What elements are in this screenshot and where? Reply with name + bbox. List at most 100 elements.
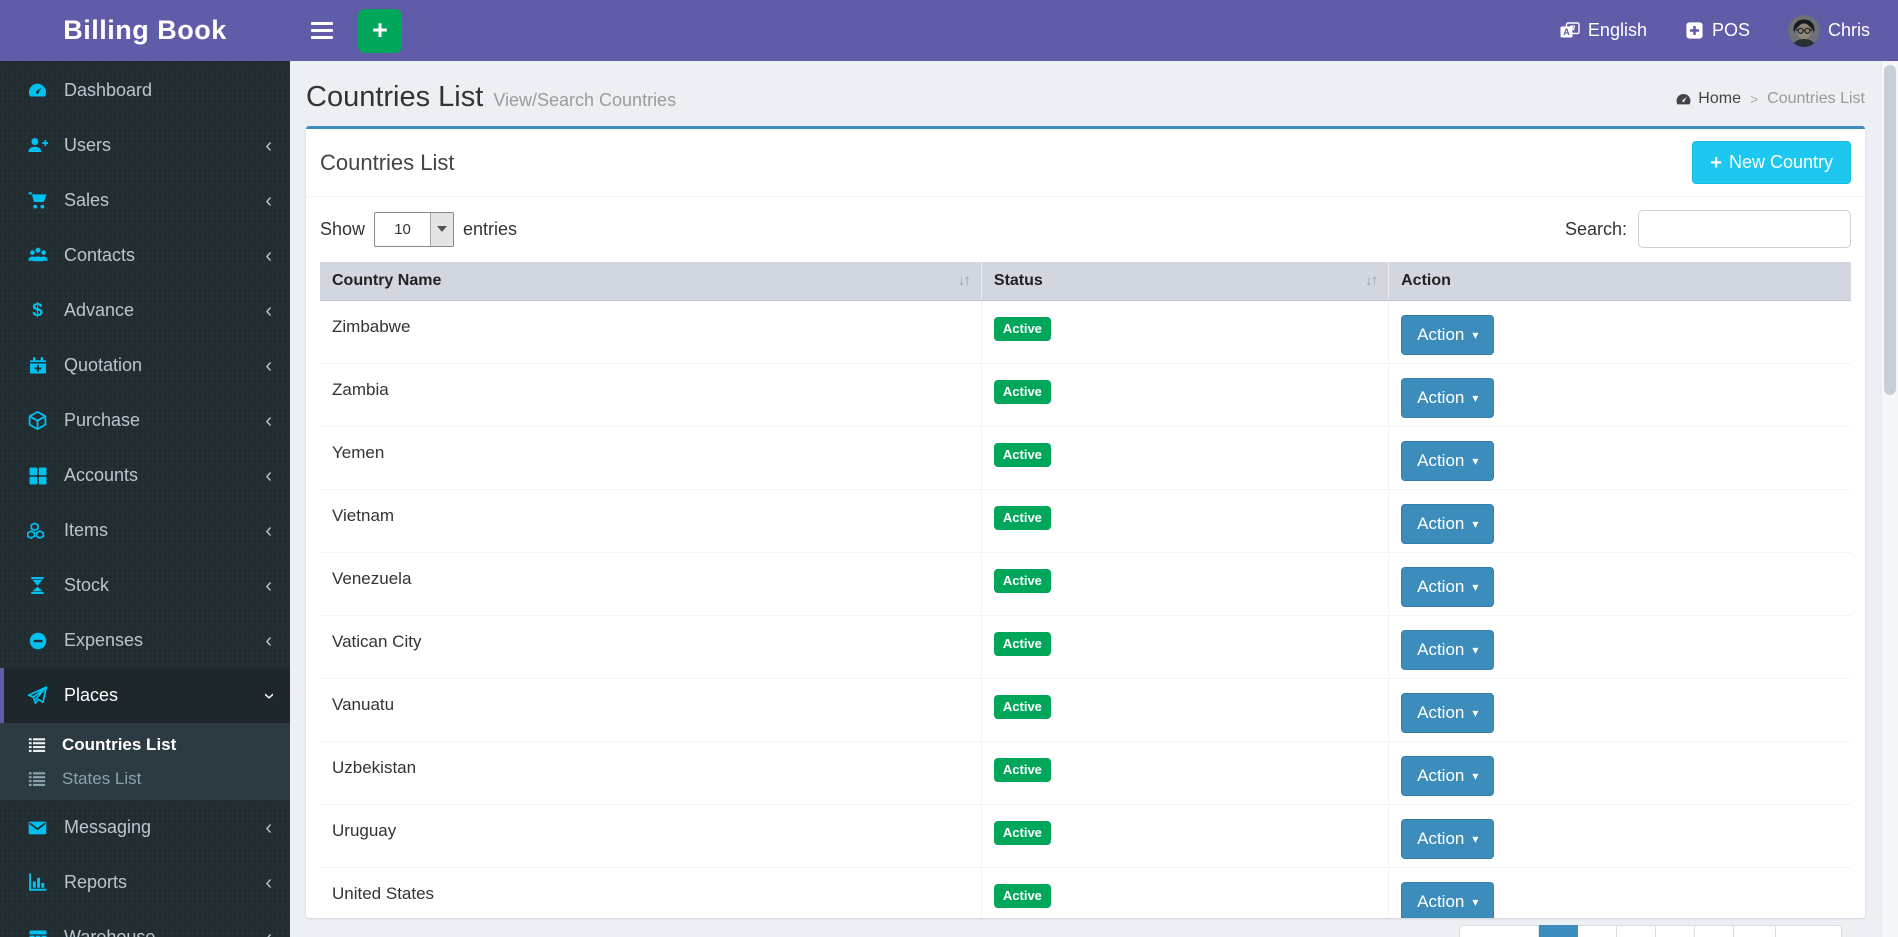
cube-icon: [24, 410, 51, 431]
table-row: Yemen Active Action ▾: [320, 426, 1851, 490]
sidebar-item-quotation[interactable]: Quotation ‹: [0, 338, 290, 393]
sidebar-item-stock[interactable]: Stock ‹: [0, 558, 290, 613]
country-name-cell: Venezuela: [320, 552, 982, 616]
breadcrumb-home-link[interactable]: Home: [1675, 90, 1741, 108]
pagination-page-button[interactable]: 4: [1656, 925, 1696, 937]
users-icon: [24, 245, 51, 266]
action-dropdown-button[interactable]: Action ▾: [1401, 819, 1495, 859]
calendar-plus-icon: [24, 355, 51, 376]
hamburger-icon: [311, 22, 333, 25]
status-badge: Active: [993, 821, 1051, 846]
list-icon: [28, 770, 52, 788]
new-country-button[interactable]: + New Country: [1692, 141, 1851, 184]
action-dropdown-button[interactable]: Action ▾: [1401, 756, 1495, 796]
page-size-select[interactable]: 10: [374, 211, 455, 247]
status-badge: Active: [993, 380, 1051, 405]
sidebar-item-label: Sales: [64, 190, 110, 210]
pos-button[interactable]: POS: [1685, 20, 1750, 41]
new-country-label: New Country: [1728, 152, 1833, 172]
chevron-left-icon: ‹: [265, 574, 272, 597]
table-row: Vietnam Active Action ▾: [320, 489, 1851, 553]
chevron-left-icon: ‹: [265, 354, 272, 377]
action-dropdown-button[interactable]: Action ▾: [1401, 882, 1495, 918]
sidebar-item-label: Quotation: [64, 355, 143, 375]
pagination-page-button[interactable]: 5: [1695, 925, 1735, 937]
country-name-cell: Uruguay: [320, 804, 982, 868]
language-icon: A: [1560, 21, 1580, 40]
chevron-left-icon: ‹: [265, 928, 272, 937]
table-controls: Show 10 entries Search:: [306, 197, 1865, 262]
search-input[interactable]: [1638, 210, 1851, 248]
sidebar-item-advance[interactable]: $ Advance ‹: [0, 283, 290, 338]
table-row: Vatican City Active Action ▾: [320, 615, 1851, 679]
action-dropdown-button[interactable]: Action ▾: [1401, 378, 1495, 418]
status-cell: Active: [980, 741, 1389, 805]
card-title: Countries List: [320, 149, 455, 175]
sort-icon: ↓↑: [1365, 272, 1378, 289]
sidebar-item-purchase[interactable]: Purchase ‹: [0, 393, 290, 448]
caret-down-icon: ▾: [1472, 706, 1479, 720]
chevron-left-icon: ‹: [265, 871, 272, 894]
chevron-left-icon: ‹: [265, 299, 272, 322]
action-dropdown-button[interactable]: Action ▾: [1401, 504, 1495, 544]
action-dropdown-button[interactable]: Action ▾: [1401, 315, 1495, 355]
language-switcher[interactable]: A English: [1560, 20, 1647, 41]
pagination-next-button[interactable]: Next: [1776, 925, 1843, 937]
sidebar-item-warehouse[interactable]: Warehouse ‹: [0, 910, 290, 937]
sidebar-item-label: Reports: [64, 872, 128, 892]
caret-down-icon: ▾: [1472, 328, 1479, 342]
sidebar-subitem-countries-list[interactable]: Countries List: [0, 728, 290, 762]
column-header-country-name[interactable]: Country Name ↓↑: [320, 262, 982, 301]
pagination-page-button[interactable]: 1: [1539, 925, 1579, 937]
sidebar-item-label: Purchase: [64, 410, 141, 430]
table-header-row: Country Name ↓↑ Status ↓↑ Action: [320, 262, 1851, 301]
sidebar-item-accounts[interactable]: Accounts ‹: [0, 448, 290, 503]
caret-down-icon: ▾: [1472, 517, 1479, 531]
action-dropdown-button[interactable]: Action ▾: [1401, 441, 1495, 481]
table-row: Vanuatu Active Action ▾: [320, 678, 1851, 742]
caret-down-icon: ▾: [1472, 895, 1479, 909]
content-header: Countries List View/Search Countries Hom…: [290, 61, 1881, 126]
pagination-previous-button[interactable]: Previous: [1459, 925, 1540, 937]
chevron-left-icon: ‹: [265, 629, 272, 652]
sidebar-item-sales[interactable]: Sales ‹: [0, 173, 290, 228]
status-badge: Active: [993, 884, 1051, 909]
scrollbar-thumb[interactable]: [1884, 65, 1896, 395]
sidebar-item-users[interactable]: Users ‹: [0, 118, 290, 173]
sidebar-item-expenses[interactable]: Expenses ‹: [0, 613, 290, 668]
sidebar-item-label: Expenses: [64, 630, 144, 650]
pagination-page-button[interactable]: 3: [1617, 925, 1657, 937]
sidebar-item-items[interactable]: Items ‹: [0, 503, 290, 558]
navbar-left: +: [290, 0, 402, 61]
sidebar-item-label: Advance: [64, 300, 135, 320]
user-name-label: Chris: [1827, 20, 1870, 40]
sidebar-item-contacts[interactable]: Contacts ‹: [0, 228, 290, 283]
column-header-status[interactable]: Status ↓↑: [980, 262, 1389, 301]
sidebar-item-label: Stock: [64, 575, 110, 595]
action-dropdown-button[interactable]: Action ▾: [1401, 567, 1495, 607]
pagination: Previous 1 2 3 4 5 … Next: [1459, 925, 1843, 937]
chevron-left-icon: ‹: [265, 816, 272, 839]
sidebar-toggle-button[interactable]: [300, 0, 344, 61]
status-cell: Active: [980, 804, 1389, 868]
action-dropdown-button[interactable]: Action ▾: [1401, 630, 1495, 670]
bar-chart-icon: [24, 872, 51, 893]
entries-label: entries: [463, 218, 518, 239]
status-cell: Active: [980, 426, 1389, 490]
sidebar-item-messaging[interactable]: Messaging ‹: [0, 800, 290, 855]
sidebar-subitem-states-list[interactable]: States List: [0, 762, 290, 796]
pagination-page-button[interactable]: 2: [1578, 925, 1618, 937]
action-dropdown-button[interactable]: Action ▾: [1401, 693, 1495, 733]
action-cell: Action ▾: [1388, 615, 1851, 679]
search-label: Search:: [1564, 218, 1627, 239]
action-cell: Action ▾: [1388, 867, 1851, 918]
sidebar-item-places[interactable]: Places ‹: [0, 668, 290, 723]
user-menu[interactable]: Chris: [1787, 14, 1870, 47]
sort-icon: ↓↑: [957, 272, 971, 289]
quick-add-button[interactable]: +: [358, 8, 402, 53]
sidebar-item-reports[interactable]: Reports ‹: [0, 855, 290, 910]
search-control: Search:: [1565, 210, 1851, 248]
table-row: Uzbekistan Active Action ▾: [320, 741, 1851, 805]
app-logo[interactable]: Billing Book: [0, 0, 290, 61]
sidebar-item-dashboard[interactable]: Dashboard: [0, 63, 290, 118]
